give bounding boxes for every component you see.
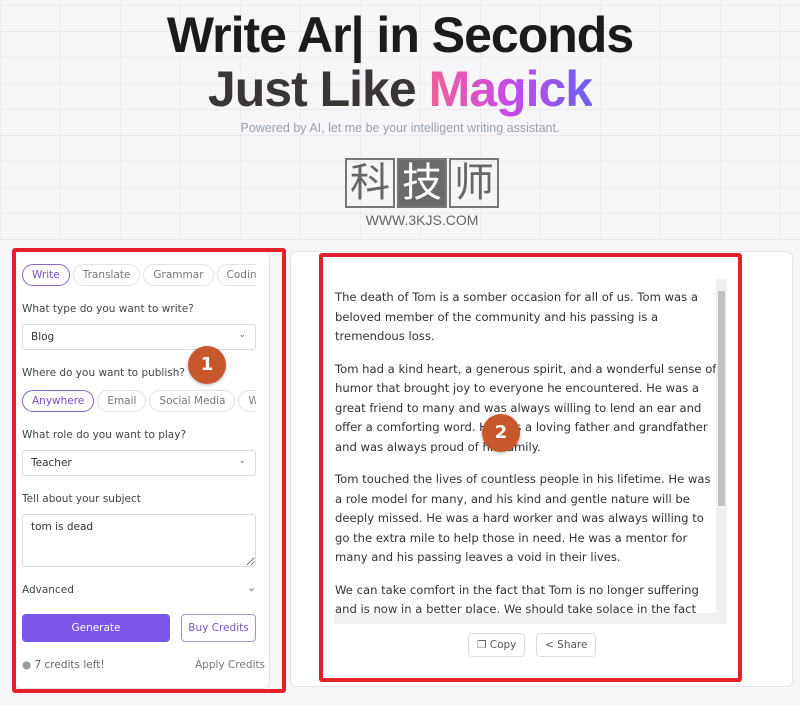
watermark-url: WWW.3KJS.COM <box>365 212 479 228</box>
generate-button[interactable]: Generate <box>22 614 170 642</box>
scrollbar-thumb[interactable] <box>718 291 725 506</box>
annotation-badge-2: 2 <box>482 414 520 452</box>
role-select[interactable]: Teacher ⌄ <box>22 450 256 476</box>
chevron-down-icon: ⌄ <box>238 330 246 340</box>
type-select[interactable]: Blog ⌄ <box>22 324 256 350</box>
publish-options: AnywhereEmailSocial MediaWork <box>22 389 256 412</box>
buy-credits-button[interactable]: Buy Credits <box>181 614 256 642</box>
chevron-down-icon: ⌄ <box>238 456 246 466</box>
copy-button[interactable]: ❐ Copy <box>468 633 526 657</box>
tab-grammar[interactable]: Grammar <box>143 264 214 286</box>
publish-anywhere[interactable]: Anywhere <box>22 390 95 412</box>
type-label: What type do you want to write? <box>22 303 194 315</box>
chevron-down-icon: ⌄ <box>247 582 256 594</box>
apply-credits-link[interactable]: Apply Credits <box>195 659 265 671</box>
publish-label: Where do you want to publish? <box>22 367 185 379</box>
coin-icon: ● <box>22 659 32 671</box>
magick-highlight: Magick <box>428 61 594 117</box>
publish-work[interactable]: Work <box>238 390 256 412</box>
output-text-area[interactable]: The death of Tom is a somber occasion fo… <box>334 279 727 624</box>
share-icon: < <box>545 639 554 651</box>
annotation-badge-1: 1 <box>188 346 226 384</box>
subject-input[interactable]: tom is dead <box>22 514 256 567</box>
tab-translate[interactable]: Translate <box>72 264 141 286</box>
hero-subtitle: Powered by AI, let me be your intelligen… <box>240 121 560 135</box>
horizontal-scrollbar[interactable] <box>334 613 727 624</box>
mode-tabs: WriteTranslateGrammarCoding <box>22 263 256 286</box>
vertical-scrollbar[interactable] <box>716 279 727 613</box>
role-label: What role do you want to play? <box>22 429 187 441</box>
watermark-logo: 科 技 师 <box>345 158 499 208</box>
publish-social-media[interactable]: Social Media <box>149 390 236 412</box>
share-button[interactable]: < Share <box>536 633 597 657</box>
hero-title: Write Ar| in Seconds Just Like Magick <box>166 7 634 117</box>
tab-coding[interactable]: Coding <box>216 264 256 286</box>
copy-icon: ❐ <box>477 639 487 651</box>
tab-write[interactable]: Write <box>22 264 70 286</box>
publish-email[interactable]: Email <box>97 390 147 412</box>
subject-label: Tell about your subject <box>22 493 141 505</box>
advanced-toggle[interactable]: Advanced ⌄ <box>22 582 256 596</box>
credits-status: ● 7 credits left! <box>22 659 105 671</box>
